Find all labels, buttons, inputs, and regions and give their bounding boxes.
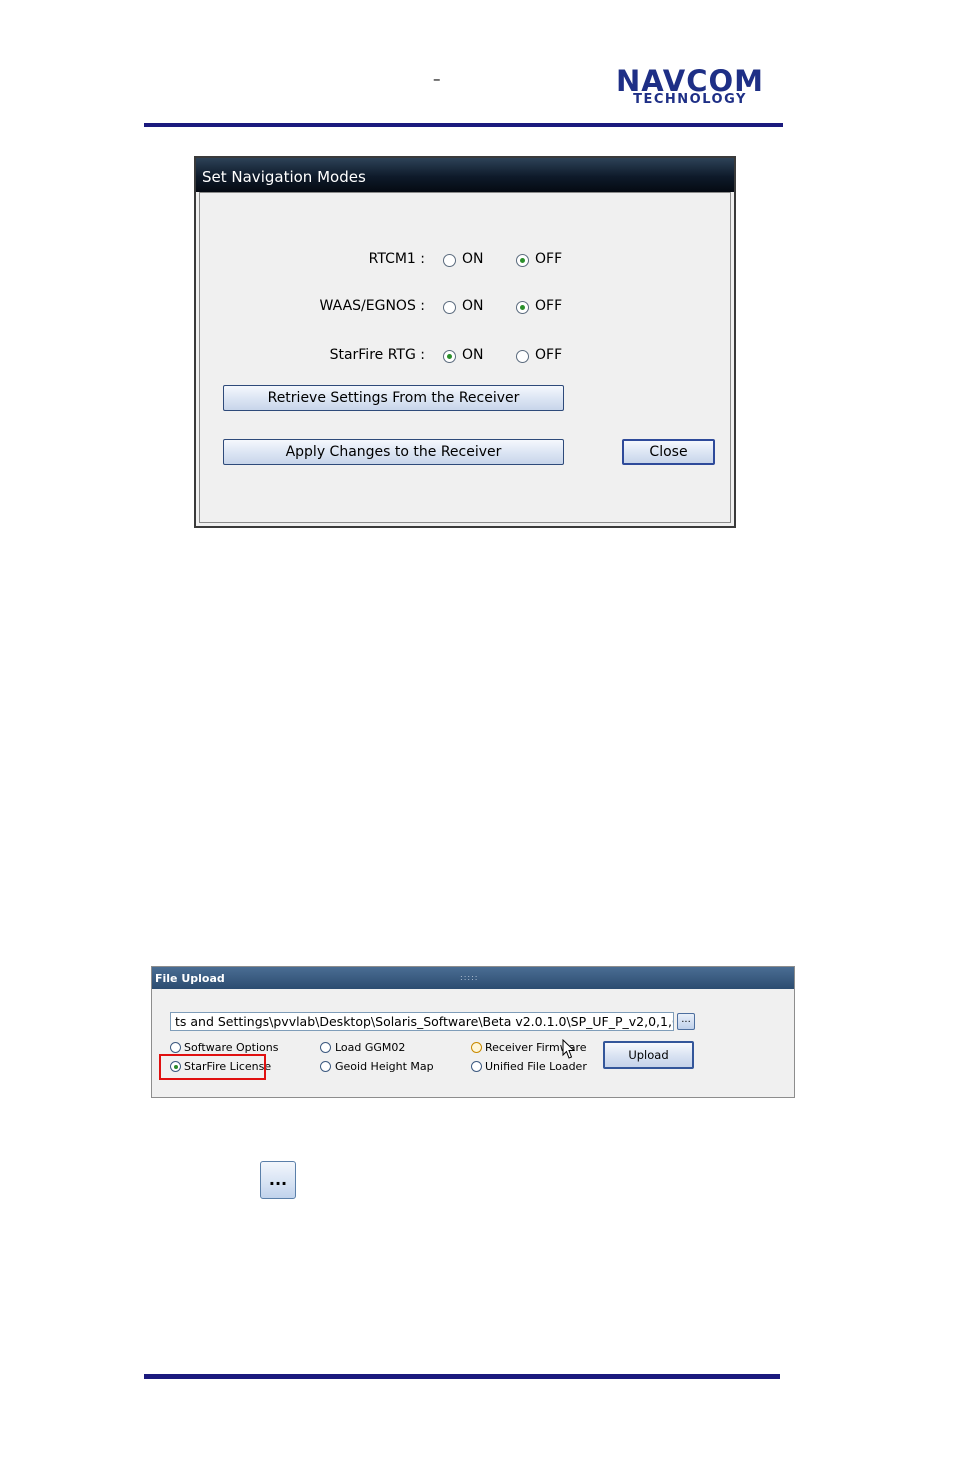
starfire-rtg-off-radio[interactable] — [516, 350, 529, 363]
waas-egnos-off-radio[interactable] — [516, 301, 529, 314]
starfire-rtg-on-radio[interactable] — [443, 350, 456, 363]
receiver-firmware-radio[interactable] — [471, 1042, 482, 1053]
logo-wordmark: NAVCOM — [616, 64, 764, 98]
navcom-logo: NAVCOM TECHNOLOGY — [597, 64, 783, 107]
load-ggm02-label: Load GGM02 — [335, 1041, 406, 1054]
browse-button-small[interactable]: ... — [677, 1013, 695, 1030]
file-upload-panel: File Upload ::::: ts and Settings\pvvlab… — [151, 966, 795, 1098]
starfire-rtg-on-label: ON — [462, 347, 484, 363]
apply-changes-button[interactable]: Apply Changes to the Receiver — [223, 439, 564, 465]
set-navigation-modes-dialog: Set Navigation Modes RTCM1 : ON OFF WAAS… — [194, 156, 736, 528]
geoid-height-map-radio[interactable] — [320, 1061, 331, 1072]
waas-egnos-off-label: OFF — [535, 298, 563, 314]
rtcm1-label: RTCM1 : — [368, 251, 425, 267]
rtcm1-on-label: ON — [462, 251, 484, 267]
retrieve-settings-button[interactable]: Retrieve Settings From the Receiver — [223, 385, 564, 411]
header-dash: – — [433, 70, 441, 88]
load-ggm02-radio[interactable] — [320, 1042, 331, 1053]
file-path-field[interactable]: ts and Settings\pvvlab\Desktop\Solaris_S… — [170, 1012, 674, 1031]
geoid-height-map-label: Geoid Height Map — [335, 1060, 434, 1073]
rtcm1-off-label: OFF — [535, 251, 563, 267]
dialog-body: RTCM1 : ON OFF WAAS/EGNOS : ON OFF StarF… — [199, 192, 731, 523]
dialog-title-bar: Set Navigation Modes — [196, 158, 734, 192]
header-rule — [144, 123, 783, 127]
starfire-rtg-off-label: OFF — [535, 347, 563, 363]
close-button[interactable]: Close — [622, 439, 715, 465]
waas-egnos-on-label: ON — [462, 298, 484, 314]
unified-file-loader-label: Unified File Loader — [485, 1060, 587, 1073]
footer-rule — [144, 1374, 780, 1379]
software-options-label: Software Options — [184, 1041, 279, 1054]
unified-file-loader-radio[interactable] — [471, 1061, 482, 1072]
waas-egnos-on-radio[interactable] — [443, 301, 456, 314]
starfire-rtg-label: StarFire RTG : — [329, 347, 425, 363]
waas-egnos-label: WAAS/EGNOS : — [319, 298, 425, 314]
rtcm1-on-radio[interactable] — [443, 254, 456, 267]
drag-grip-icon[interactable]: ::::: — [460, 973, 478, 982]
mouse-cursor-icon — [562, 1039, 576, 1059]
software-options-radio[interactable] — [170, 1042, 181, 1053]
browse-button[interactable]: ... — [260, 1161, 296, 1199]
upload-button[interactable]: Upload — [603, 1041, 694, 1069]
rtcm1-off-radio[interactable] — [516, 254, 529, 267]
highlight-box — [159, 1054, 266, 1080]
